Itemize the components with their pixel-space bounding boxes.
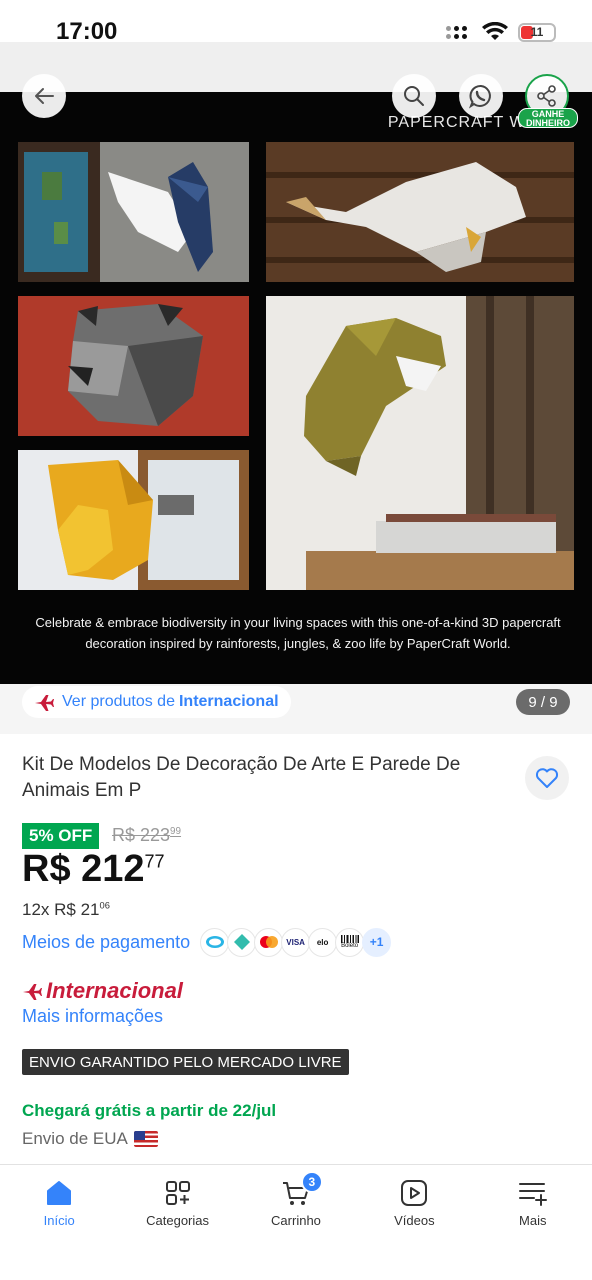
old-price-int: R$ 223	[112, 825, 171, 845]
whatsapp-icon	[468, 85, 491, 109]
gallery-image-dinosaur	[266, 296, 574, 590]
earn-money-badge[interactable]: GANHE DINHEIRO	[518, 108, 578, 128]
payment-methods-row[interactable]: Meios de pagamento VISA elo Boleto +1	[22, 926, 392, 958]
wifi-icon	[482, 22, 508, 40]
nav-cart-label: Carrinho	[271, 1213, 321, 1228]
search-icon	[404, 86, 424, 106]
home-icon	[47, 1181, 72, 1205]
image-counter: 9 / 9	[516, 689, 570, 715]
battery-icon: 11	[518, 22, 556, 42]
old-price: R$ 22399	[112, 825, 181, 846]
price-cents: 77	[144, 851, 165, 872]
mastercard-icon	[254, 927, 284, 957]
elo-icon: elo	[308, 927, 338, 957]
share-icon	[537, 85, 556, 107]
seller-chip-name: Internacional	[178, 693, 279, 710]
video-icon	[401, 1180, 428, 1206]
nav-more[interactable]: Mais	[474, 1165, 592, 1280]
nav-more-label: Mais	[519, 1213, 547, 1228]
more-info-link[interactable]: Mais informações	[22, 1006, 163, 1027]
payment-methods-link[interactable]: Meios de pagamento	[22, 932, 190, 953]
international-label: Internacional	[22, 978, 183, 1004]
signal-icon	[446, 22, 472, 42]
gallery-caption: Celebrate & embrace biodiversity in your…	[35, 615, 561, 651]
nav-videos-label: Vídeos	[394, 1213, 435, 1228]
shipping-origin-text: Envio de EUA	[22, 1129, 128, 1148]
airplane-icon	[23, 984, 42, 1000]
nav-cart[interactable]: 3 Carrinho	[237, 1165, 355, 1280]
international-text: Internacional	[46, 978, 183, 1003]
old-price-cents: 99	[170, 826, 182, 837]
bottom-nav: Início Categorias 3 Carrinho Vídeos Mais	[0, 1164, 592, 1280]
nav-videos[interactable]: Vídeos	[355, 1165, 473, 1280]
gallery-image-bear	[18, 296, 249, 436]
nav-categories-label: Categorias	[146, 1213, 210, 1228]
seller-row: Ver produtos de Internacional 9 / 9	[0, 684, 592, 734]
guarantee-badge: ENVIO GARANTIDO PELO MERCADO LIVRE	[22, 1049, 349, 1075]
arrow-left-icon	[35, 88, 54, 104]
favorite-button[interactable]	[525, 756, 569, 800]
payment-more-badge[interactable]: +1	[362, 927, 392, 957]
boleto-icon: Boleto	[335, 927, 365, 957]
current-price: R$ 21277	[22, 848, 165, 891]
installments-cents: 06	[99, 900, 110, 911]
categories-icon	[165, 1181, 190, 1205]
heart-icon	[535, 768, 559, 788]
back-button[interactable]	[22, 74, 66, 118]
search-button[interactable]	[392, 74, 436, 118]
nav-home[interactable]: Início	[0, 1165, 118, 1280]
nav-categories[interactable]: Categorias	[118, 1165, 236, 1280]
discount-badge: 5% OFF	[22, 823, 100, 849]
gallery-image-lion	[18, 450, 249, 590]
cart-count-badge: 3	[300, 1171, 323, 1193]
price-int: R$ 212	[22, 848, 145, 890]
header-strip	[0, 42, 592, 92]
visa-icon: VISA	[281, 927, 311, 957]
more-icon	[518, 1183, 547, 1206]
seller-link-chip[interactable]: Ver produtos de Internacional	[22, 686, 291, 718]
product-gallery[interactable]: PAPERCRAFT WORLD Celebrate & embrace bio…	[0, 92, 592, 684]
gallery-image-sharks	[18, 142, 249, 282]
gallery-image-whale	[266, 142, 574, 282]
pix-icon	[227, 927, 257, 957]
boleto-label: Boleto	[341, 943, 359, 949]
shipping-origin: Envio de EUA	[22, 1129, 158, 1149]
battery-level: 11	[530, 25, 544, 39]
product-title: Kit De Modelos De Decoração De Arte E Pa…	[22, 754, 461, 801]
installments-int: 12x R$ 21	[22, 900, 100, 919]
seller-chip-prefix: Ver produtos de	[62, 693, 175, 710]
installments: 12x R$ 2106	[22, 900, 110, 920]
mercado-pago-icon	[200, 927, 230, 957]
badge-line2: DINHEIRO	[525, 118, 570, 128]
airplane-icon	[35, 695, 54, 711]
arrival-text: Chegará grátis a partir de 22/jul	[22, 1101, 277, 1120]
status-icons: 11	[446, 22, 556, 42]
nav-home-label: Início	[43, 1213, 75, 1228]
whatsapp-button[interactable]	[459, 74, 503, 118]
us-flag-icon	[133, 1131, 158, 1147]
